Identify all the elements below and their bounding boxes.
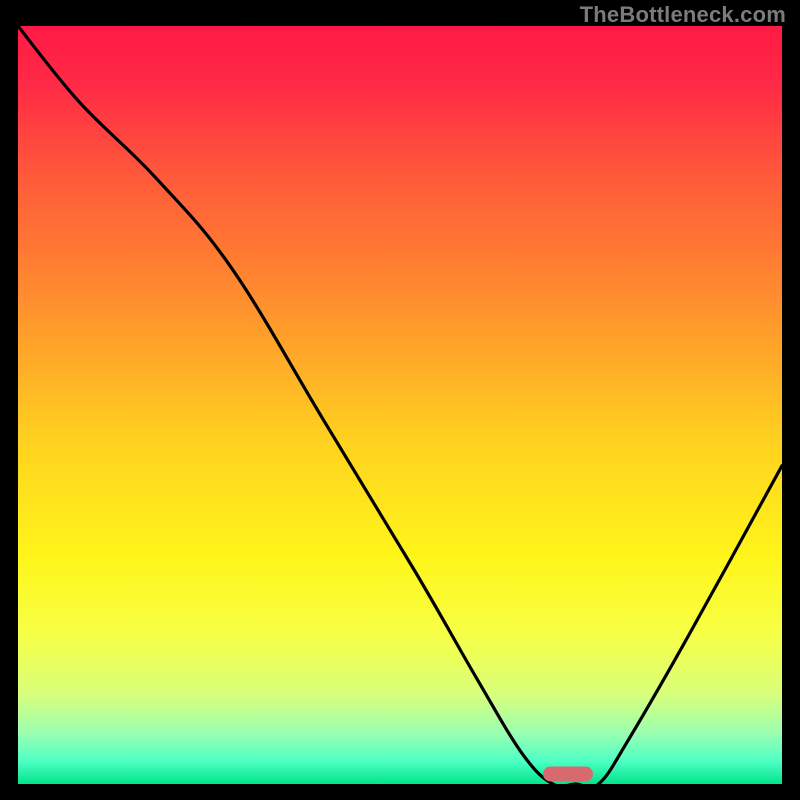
optimal-marker (543, 767, 593, 782)
watermark-text: TheBottleneck.com (580, 2, 786, 28)
chart-frame: TheBottleneck.com (0, 0, 800, 800)
plot-area (18, 26, 782, 784)
bottleneck-curve (18, 26, 782, 784)
